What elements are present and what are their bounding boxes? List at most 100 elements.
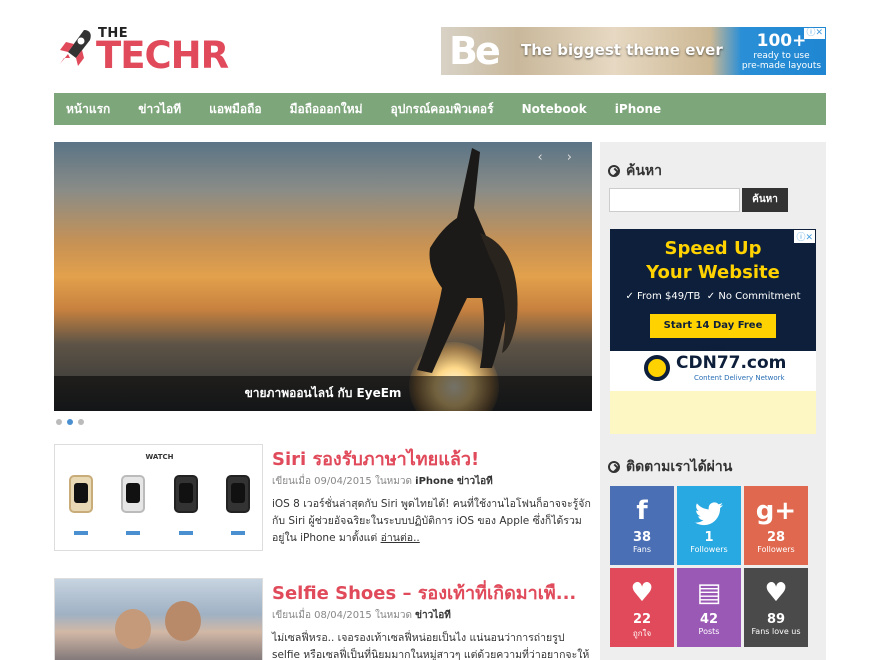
post-item: Selfie Shoes – รองเท้าที่เกิดมาเพื... เข… xyxy=(54,578,592,660)
post-excerpt: ไม่เซลฟี่หรอ.. เจอรองเท้าเซลฟี่หน่อยเป็น… xyxy=(272,632,590,660)
ad-cta-button[interactable]: Start 14 Day Free Trial xyxy=(650,314,776,355)
likes-count: 22 xyxy=(632,612,652,627)
googleplus-icon: g+ xyxy=(755,496,797,526)
post-meta: เขียนเมื่อ 09/04/2015 ในหมวด iPhone ข่าว… xyxy=(272,474,493,489)
watch-row xyxy=(55,475,262,513)
check-icon: ✓ xyxy=(706,291,716,302)
twitter-label: Followers xyxy=(690,545,728,554)
search-title-text: ค้นหา xyxy=(626,163,663,179)
featured-slider[interactable]: ‹ › ขายภาพออนไลน์ กับ EyeEm xyxy=(54,142,592,411)
nav-item-notebook[interactable]: Notebook xyxy=(522,102,587,116)
slider-arrows[interactable]: ‹ › xyxy=(537,150,582,165)
ad-message: The biggest theme ever xyxy=(521,41,723,59)
slider-dots xyxy=(56,419,84,425)
likes-counter[interactable]: ♥ 22 ถูกใจ xyxy=(610,568,674,647)
follow-title-text: ติดตามเราได้ผ่าน xyxy=(626,459,733,475)
top-banner-ad[interactable]: Be The biggest theme ever 100+ ready to … xyxy=(441,27,826,75)
facebook-count: 38 xyxy=(632,530,652,545)
photo-person xyxy=(165,601,201,641)
post-excerpt-text: iOS 8 เวอร์ชั่นล่าสุดกับ Siri พูดไทยได้!… xyxy=(272,498,591,544)
sidebar-ad[interactable]: Speed Up Your Website ✓ From $49/TB ✓ No… xyxy=(610,229,816,434)
search-widget-title: ค้นหา xyxy=(608,160,662,182)
ad-close-icon[interactable]: ⓘ✕ xyxy=(794,230,815,243)
post-thumbnail[interactable]: WATCH xyxy=(54,444,263,551)
post-meta-prefix: เขียนเมื่อ 08/04/2015 ในหมวด xyxy=(272,610,416,621)
site-logo[interactable]: THE TECHR xyxy=(54,24,229,76)
location-pin-icon xyxy=(644,355,670,381)
watch-image xyxy=(173,475,198,513)
search-input[interactable] xyxy=(609,188,740,212)
heart-icon: ♥ xyxy=(764,578,788,608)
posts-label: Posts xyxy=(698,627,720,636)
nav-item-it-news[interactable]: ข่าวไอที xyxy=(138,100,181,119)
slider-silhouette xyxy=(417,148,518,373)
ad-sub1: ready to use xyxy=(753,51,810,61)
slider-dot-active[interactable] xyxy=(67,419,73,425)
circle-arrow-icon xyxy=(608,461,620,473)
facebook-counter[interactable]: f 38 Fans xyxy=(610,486,674,565)
post-meta-prefix: เขียนเมื่อ 09/04/2015 ในหมวด xyxy=(272,476,416,487)
nav-item-mobile-apps[interactable]: แอพมือถือ xyxy=(209,100,261,119)
watch-image xyxy=(69,475,94,513)
facebook-icon: f xyxy=(636,496,648,526)
ad-headline-1: Speed Up xyxy=(664,238,762,259)
twitter-count: 1 xyxy=(704,530,714,545)
ad-close-icon[interactable]: ⓘ✕ xyxy=(804,28,825,39)
search-button[interactable]: ค้นหา xyxy=(742,188,788,212)
ad-brand: Be xyxy=(449,29,501,73)
posts-count: 42 xyxy=(699,612,719,627)
posts-counter[interactable]: ▤ 42 Posts xyxy=(677,568,741,647)
post-title[interactable]: Siri รองรับภาษาไทยแล้ว! xyxy=(272,444,479,473)
social-counters: f 38 Fans 1 Followers g+ 28 Followers ♥ … xyxy=(610,486,812,647)
fans-love-count: 89 xyxy=(766,612,786,627)
fans-love-counter[interactable]: ♥ 89 Fans love us xyxy=(744,568,808,647)
ad-headline-2: Your Website xyxy=(646,262,780,283)
googleplus-counter[interactable]: g+ 28 Followers xyxy=(744,486,808,565)
nav-item-computer-devices[interactable]: อุปกรณ์คอมพิวเตอร์ xyxy=(391,100,494,119)
post-thumbnail[interactable] xyxy=(54,578,263,660)
sidebar: ค้นหา ค้นหา Speed Up Your Website ✓ From… xyxy=(600,142,826,660)
ad-headline: Speed Up Your Website xyxy=(610,237,816,285)
main-nav: หน้าแรก ข่าวไอที แอพมือถือ มือถือออกใหม่… xyxy=(54,93,826,125)
slider-caption[interactable]: ขายภาพออนไลน์ กับ EyeEm xyxy=(54,376,592,411)
ad-bullet-1: From $49/TB xyxy=(637,291,701,302)
slider-dot[interactable] xyxy=(56,419,62,425)
heart-icon: ♥ xyxy=(630,578,654,608)
post-category[interactable]: ข่าวไอที xyxy=(457,476,493,487)
googleplus-label: Followers xyxy=(757,545,795,554)
check-icon: ✓ xyxy=(625,291,634,302)
post-excerpt: iOS 8 เวอร์ชั่นล่าสุดกับ Siri พูดไทยได้!… xyxy=(272,496,592,547)
photo-person xyxy=(115,609,151,649)
post-title[interactable]: Selfie Shoes – รองเท้าที่เกิดมาเพื... xyxy=(272,578,576,607)
watch-image xyxy=(225,475,250,513)
ad-bottom-band xyxy=(610,391,816,434)
read-more-link[interactable]: อ่านต่อ.. xyxy=(381,532,420,544)
googleplus-count: 28 xyxy=(766,530,786,545)
fans-love-label: Fans love us xyxy=(751,627,801,636)
nav-item-home[interactable]: หน้าแรก xyxy=(66,100,110,119)
ad-bullet-2: No Commitment xyxy=(718,291,801,302)
post-category[interactable]: iPhone xyxy=(415,476,454,487)
thumb-watch-label: WATCH xyxy=(145,453,174,461)
facebook-label: Fans xyxy=(632,545,651,554)
nav-item-iphone[interactable]: iPhone xyxy=(615,102,661,116)
watch-image xyxy=(121,475,146,513)
logo-techr-text: TECHR xyxy=(96,34,229,77)
ad-brand-sub: Content Delivery Network xyxy=(694,374,785,382)
twitter-counter[interactable]: 1 Followers xyxy=(677,486,741,565)
likes-label: ถูกใจ xyxy=(632,629,652,638)
slider-dot[interactable] xyxy=(78,419,84,425)
rocket-icon xyxy=(60,30,91,66)
ad-bullets: ✓ From $49/TB ✓ No Commitment xyxy=(610,291,816,302)
post-category[interactable]: ข่าวไอที xyxy=(415,610,451,621)
twitter-icon xyxy=(677,486,741,526)
post-meta: เขียนเมื่อ 08/04/2015 ในหมวด ข่าวไอที xyxy=(272,608,451,623)
document-icon: ▤ xyxy=(696,578,722,608)
ad-sub2: pre-made layouts xyxy=(741,61,822,71)
nav-item-new-phones[interactable]: มือถือออกใหม่ xyxy=(290,100,363,119)
circle-arrow-icon xyxy=(608,165,620,177)
watch-buttons xyxy=(55,531,262,535)
follow-widget-title: ติดตามเราได้ผ่าน xyxy=(608,456,732,478)
ad-brand-name: CDN77.com xyxy=(676,353,787,373)
post-item: WATCH Siri รองรับภาษาไทยแล้ว! เขียนเมื่อ… xyxy=(54,444,592,554)
